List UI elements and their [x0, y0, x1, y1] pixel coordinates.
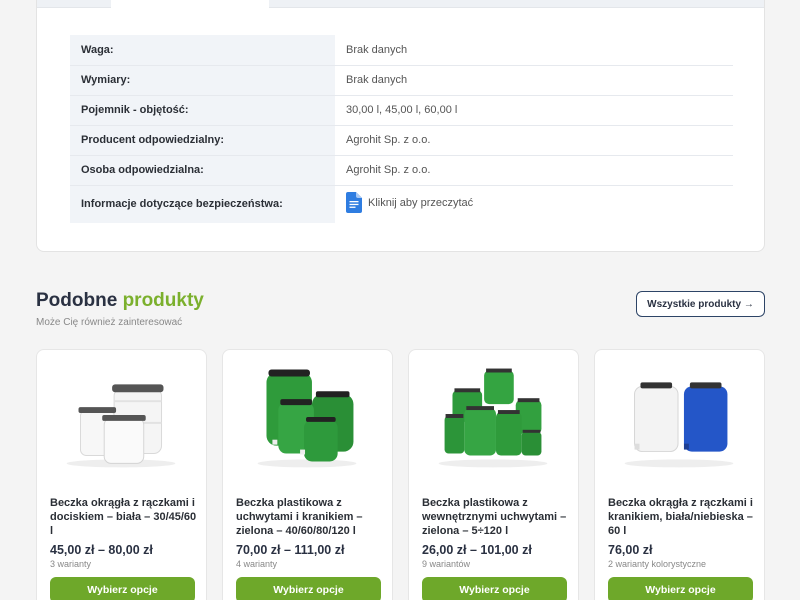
spec-row-capacity: Pojemnik - objętość: 30,00 l, 45,00 l, 6… [70, 95, 733, 126]
product-card[interactable]: Beczka okrągła z rączkami i dociskiem – … [36, 349, 207, 600]
choose-options-button[interactable]: Wybierz opcje [422, 577, 567, 600]
google-docs-icon [346, 192, 362, 214]
product-card[interactable]: Beczka okrągła z rączkami i kranikiem, b… [594, 349, 765, 600]
product-variants: 4 warianty [236, 559, 278, 569]
tab-strip [37, 0, 764, 9]
product-variants: 2 warianty kolorystyczne [608, 559, 707, 569]
product-price: 76,00 zł [608, 543, 653, 557]
spec-value: Brak danych [335, 65, 733, 96]
spec-value: Agrohit Sp. z o.o. [335, 155, 733, 186]
all-products-button[interactable]: Wszystkie produkty → [636, 291, 765, 317]
spec-row-weight: Waga: Brak danych [70, 35, 733, 66]
product-card[interactable]: Beczka plastikowa z uchwytami i kranikie… [222, 349, 393, 600]
product-image[interactable] [409, 360, 578, 470]
product-image[interactable] [595, 360, 764, 470]
product-image[interactable] [223, 360, 392, 470]
product-info-card: Waga: Brak danych Wymiary: Brak danych P… [36, 0, 765, 252]
choose-options-button[interactable]: Wybierz opcje [608, 577, 753, 600]
spec-table: Waga: Brak danych Wymiary: Brak danych P… [70, 35, 733, 223]
spec-label: Informacje dotyczące bezpieczeństwa: [70, 185, 335, 223]
spec-value: Brak danych [335, 35, 733, 66]
spec-row-producer: Producent odpowiedzialny: Agrohit Sp. z … [70, 125, 733, 156]
safety-doc-link-label: Kliknij aby przeczytać [368, 196, 474, 209]
product-card[interactable]: Beczka plastikowa z wewnętrznymi uchwyta… [408, 349, 579, 600]
safety-doc-link[interactable]: Kliknij aby przeczytać [346, 192, 474, 214]
product-price: 45,00 zł – 80,00 zł [50, 543, 153, 557]
product-price: 70,00 zł – 111,00 zł [236, 543, 345, 557]
product-name[interactable]: Beczka okrągła z rączkami i dociskiem – … [50, 496, 200, 538]
title-accent: produkty [122, 290, 204, 311]
spec-row-responsible-person: Osoba odpowiedzialna: Agrohit Sp. z o.o. [70, 155, 733, 186]
spec-label: Wymiary: [70, 65, 335, 96]
spec-label: Waga: [70, 35, 335, 66]
product-image[interactable] [37, 360, 206, 470]
product-variants: 9 wariantów [422, 559, 471, 569]
spec-row-safety-info: Informacje dotyczące bezpieczeństwa: Kli… [70, 185, 733, 223]
tab-active[interactable] [111, 0, 269, 9]
title-main: Podobne [36, 290, 118, 311]
product-price: 26,00 zł – 101,00 zł [422, 543, 532, 557]
product-name[interactable]: Beczka plastikowa z wewnętrznymi uchwyta… [422, 496, 572, 538]
spec-label: Pojemnik - objętość: [70, 95, 335, 126]
choose-options-button[interactable]: Wybierz opcje [236, 577, 381, 600]
spec-value: Agrohit Sp. z o.o. [335, 125, 733, 156]
choose-options-button[interactable]: Wybierz opcje [50, 577, 195, 600]
similar-products-subtitle: Może Cię również zainteresować [36, 317, 183, 328]
spec-value: Kliknij aby przeczytać [335, 185, 733, 223]
product-variants: 3 warianty [50, 559, 92, 569]
spec-label: Osoba odpowiedzialna: [70, 155, 335, 186]
product-name[interactable]: Beczka okrągła z rączkami i kranikiem, b… [608, 496, 758, 538]
product-name[interactable]: Beczka plastikowa z uchwytami i kranikie… [236, 496, 386, 538]
spec-value: 30,00 l, 45,00 l, 60,00 l [335, 95, 733, 126]
spec-label: Producent odpowiedzialny: [70, 125, 335, 156]
similar-products-title: Podobne produkty [36, 290, 204, 312]
spec-row-dimensions: Wymiary: Brak danych [70, 65, 733, 96]
